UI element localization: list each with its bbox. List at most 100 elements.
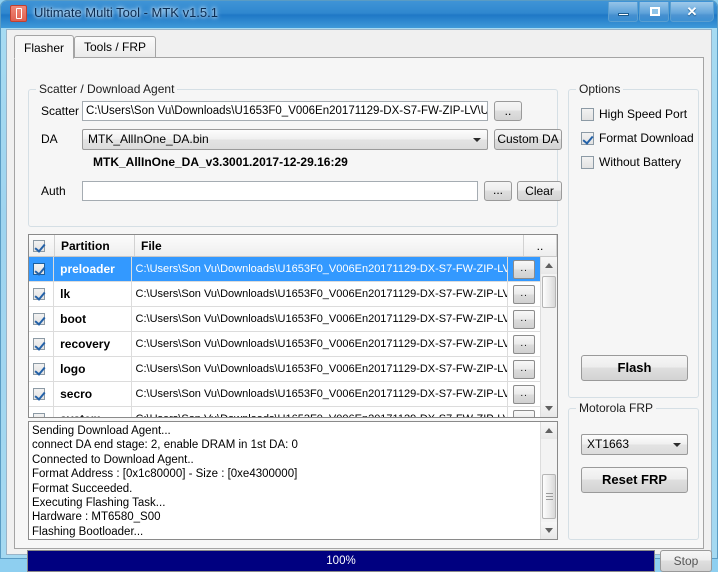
scroll-up-icon[interactable]: [541, 257, 557, 274]
chevron-down-icon: [673, 442, 681, 447]
row-file-path: C:\Users\Son Vu\Downloads\U1653F0_V006En…: [132, 357, 509, 381]
row-browse-button[interactable]: ..: [513, 409, 536, 417]
row-browse-cell[interactable]: ..: [508, 332, 540, 356]
row-browse-button[interactable]: ..: [513, 334, 536, 354]
maximize-icon: [650, 7, 660, 16]
row-checkbox[interactable]: [32, 388, 45, 400]
scroll-up-icon[interactable]: [541, 422, 557, 439]
row-partition-name: preloader: [54, 257, 132, 281]
minimize-button[interactable]: [608, 2, 638, 22]
progress-bar: 100%: [27, 550, 655, 572]
row-browse-button[interactable]: ..: [513, 359, 536, 379]
row-checkbox-cell[interactable]: [29, 407, 55, 417]
row-partition-name: secro: [54, 382, 132, 406]
partition-scroll-thumb[interactable]: [542, 276, 556, 308]
motorola-model-value: XT1663: [587, 437, 630, 451]
da-select[interactable]: MTK_AllInOne_DA.bin: [82, 129, 488, 150]
close-icon: ✕: [686, 4, 698, 19]
tab-strip: Flasher Tools / FRP: [14, 35, 704, 59]
row-browse-cell[interactable]: ..: [508, 257, 540, 281]
row-browse-cell[interactable]: ..: [508, 382, 540, 406]
table-row[interactable]: lk C:\Users\Son Vu\Downloads\U1653F0_V006…: [29, 282, 540, 307]
maximize-button[interactable]: [639, 2, 669, 22]
tab-tools-frp[interactable]: Tools / FRP: [74, 36, 157, 58]
row-checkbox[interactable]: [32, 288, 45, 300]
close-button[interactable]: ✕: [670, 2, 714, 22]
header-partition[interactable]: Partition: [55, 235, 135, 256]
row-checkbox-cell[interactable]: [29, 307, 55, 331]
row-browse-cell[interactable]: ..: [508, 307, 540, 331]
scroll-down-icon[interactable]: [541, 522, 557, 539]
row-checkbox[interactable]: [32, 313, 45, 325]
row-browse-cell[interactable]: ..: [508, 407, 540, 417]
option-high-speed-port[interactable]: High Speed Port: [581, 106, 687, 122]
row-browse-cell[interactable]: ..: [508, 357, 540, 381]
window-controls: ✕: [607, 2, 714, 23]
table-row[interactable]: secro C:\Users\Son Vu\Downloads\U1653F0_V…: [29, 382, 540, 407]
partition-table-header: Partition File ..: [29, 235, 557, 257]
row-file-path: C:\Users\Son Vu\Downloads\U1653F0_V006En…: [132, 332, 509, 356]
clear-button[interactable]: Clear: [517, 181, 562, 201]
scatter-label: Scatter: [41, 104, 80, 118]
da-label: DA: [41, 132, 58, 146]
row-partition-name: system: [54, 407, 132, 417]
row-checkbox-cell[interactable]: [29, 332, 55, 356]
tab-flasher[interactable]: Flasher: [14, 35, 75, 59]
auth-input[interactable]: [82, 181, 478, 201]
flash-button[interactable]: Flash: [581, 355, 688, 381]
table-row[interactable]: preloader C:\Users\Son Vu\Downloads\U1653…: [29, 257, 540, 282]
row-browse-cell[interactable]: ..: [508, 282, 540, 306]
options-group: Options High Speed Port Format Download …: [568, 82, 699, 398]
minimize-icon: [618, 13, 629, 16]
table-row[interactable]: boot C:\Users\Son Vu\Downloads\U1653F0_V0…: [29, 307, 540, 332]
motorola-model-select[interactable]: XT1663: [581, 434, 688, 455]
auth-browse-button[interactable]: ...: [484, 181, 512, 201]
row-file-path: C:\Users\Son Vu\Downloads\U1653F0_V006En…: [132, 407, 509, 417]
reset-frp-button[interactable]: Reset FRP: [581, 467, 688, 493]
log-scroll-thumb[interactable]: [542, 474, 556, 519]
row-partition-name: lk: [54, 282, 132, 306]
row-checkbox-cell[interactable]: [29, 357, 55, 381]
high-speed-port-checkbox[interactable]: [581, 107, 594, 121]
scatter-path-input[interactable]: C:\Users\Son Vu\Downloads\U1653F0_V006En…: [82, 101, 488, 121]
table-row[interactable]: recovery C:\Users\Son Vu\Downloads\U1653F…: [29, 332, 540, 357]
row-checkbox-cell[interactable]: [29, 282, 55, 306]
header-select-all[interactable]: [29, 235, 55, 256]
custom-da-button[interactable]: Custom DA: [494, 129, 562, 150]
row-file-path: C:\Users\Son Vu\Downloads\U1653F0_V006En…: [132, 257, 509, 281]
row-browse-button[interactable]: ..: [513, 309, 536, 329]
stop-button[interactable]: Stop: [660, 550, 712, 572]
header-file[interactable]: File: [135, 235, 524, 256]
app-window: Ultimate Multi Tool - MTK v1.5.1 ✕ Flash…: [0, 0, 718, 572]
table-row[interactable]: logo C:\Users\Son Vu\Downloads\U1653F0_V0…: [29, 357, 540, 382]
row-browse-button[interactable]: ..: [513, 384, 536, 404]
da-version-info: MTK_AllInOne_DA_v3.3001.2017-12-29.16:29: [93, 155, 348, 169]
table-row[interactable]: systemC:\Users\Son Vu\Downloads\U1653F0_…: [29, 407, 540, 417]
title-bar: Ultimate Multi Tool - MTK v1.5.1 ✕: [1, 1, 717, 28]
scroll-down-icon[interactable]: [541, 400, 557, 417]
row-checkbox-cell[interactable]: [29, 382, 55, 406]
auth-label: Auth: [41, 184, 66, 198]
format-download-checkbox[interactable]: [581, 131, 594, 145]
option-without-battery[interactable]: Without Battery: [581, 154, 681, 170]
option-format-download[interactable]: Format Download: [581, 130, 694, 146]
log-scrollbar[interactable]: [540, 422, 557, 539]
without-battery-checkbox[interactable]: [581, 155, 594, 169]
scatter-browse-button[interactable]: ..: [494, 101, 522, 121]
select-all-checkbox[interactable]: [33, 239, 45, 252]
window-title: Ultimate Multi Tool - MTK v1.5.1: [34, 5, 218, 20]
client-area: Flasher Tools / FRP Scatter / Download A…: [6, 29, 712, 572]
row-checkbox[interactable]: [32, 363, 45, 375]
high-speed-port-label: High Speed Port: [599, 107, 688, 121]
log-panel[interactable]: Sending Download Agent... connect DA end…: [28, 421, 558, 540]
partition-table-scrollbar[interactable]: [540, 257, 557, 417]
without-battery-label: Without Battery: [599, 155, 682, 169]
row-checkbox[interactable]: [32, 263, 45, 275]
row-checkbox-cell[interactable]: [29, 257, 55, 281]
row-checkbox[interactable]: [32, 413, 45, 417]
row-browse-button[interactable]: ..: [513, 284, 536, 304]
row-checkbox[interactable]: [32, 338, 45, 350]
header-browse[interactable]: ..: [524, 235, 557, 256]
row-browse-button[interactable]: ..: [513, 259, 536, 279]
row-file-path: C:\Users\Son Vu\Downloads\U1653F0_V006En…: [132, 382, 509, 406]
